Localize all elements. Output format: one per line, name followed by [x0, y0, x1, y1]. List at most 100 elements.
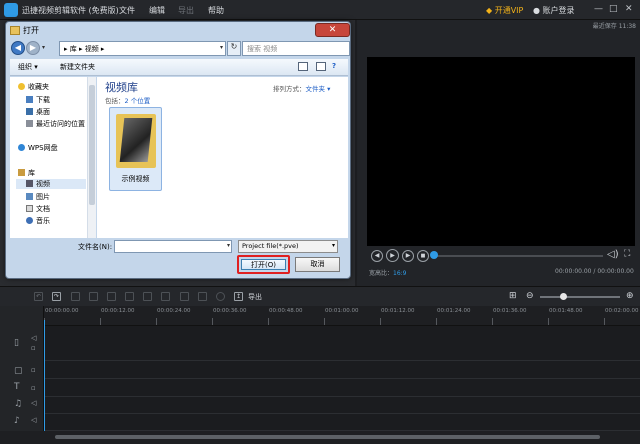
- nav-recent[interactable]: 最近访问的位置: [26, 119, 85, 129]
- nav-desktop-label: 桌面: [36, 108, 50, 116]
- nav-downloads[interactable]: 下载: [26, 95, 50, 105]
- speed-icon[interactable]: [107, 292, 116, 301]
- login-button[interactable]: ● 账户登录: [533, 5, 575, 16]
- menu-file[interactable]: 文件: [119, 5, 135, 16]
- timeline-scroll-thumb[interactable]: [55, 435, 600, 439]
- export-icon[interactable]: ↥: [234, 292, 243, 301]
- folder-item-label: 示例视频: [121, 175, 150, 183]
- duration-icon[interactable]: [180, 292, 189, 301]
- music-track[interactable]: [44, 397, 640, 414]
- timeline-scrollbar[interactable]: [0, 431, 640, 444]
- new-folder-button[interactable]: 新建文件夹: [60, 62, 95, 72]
- nav-videos[interactable]: 视频: [16, 179, 86, 189]
- navigation-scroll-thumb[interactable]: [89, 85, 95, 205]
- stop-button[interactable]: ■: [417, 250, 429, 262]
- next-frame-button[interactable]: ▶: [402, 250, 414, 262]
- color-icon[interactable]: [198, 292, 207, 301]
- ruler-tick: [548, 318, 549, 325]
- nav-documents[interactable]: 文档: [26, 204, 50, 214]
- preview-pane-icon[interactable]: [316, 62, 326, 71]
- file-list: 视频库 包括：2 个位置 排列方式：文件夹 ▾ 示例视频: [97, 77, 348, 238]
- open-button[interactable]: 打开(O): [241, 259, 286, 270]
- vip-button[interactable]: ◆ 开通VIP: [486, 5, 523, 16]
- pip-track-lock-icon[interactable]: ▫: [31, 366, 36, 374]
- menu-export: 导出: [178, 6, 194, 15]
- ruler-label: 00:00:48.00: [269, 308, 303, 314]
- fit-icon[interactable]: ⊞: [509, 291, 517, 301]
- voice-track[interactable]: [44, 414, 640, 431]
- maximize-button[interactable]: □: [609, 4, 618, 14]
- dialog-close-button[interactable]: ✕: [315, 23, 350, 37]
- text-track-lock-icon[interactable]: ▫: [31, 384, 36, 392]
- music-track-mute-icon[interactable]: ◁: [31, 399, 36, 407]
- ruler-label: 00:00:00.00: [45, 308, 79, 314]
- progress-knob[interactable]: [430, 251, 438, 259]
- filename-dropdown-icon[interactable]: ▾: [227, 242, 230, 249]
- filename-input[interactable]: [114, 240, 232, 253]
- redo-icon[interactable]: ↷: [52, 292, 61, 301]
- edit-icon[interactable]: [89, 292, 98, 301]
- crop-icon[interactable]: [125, 292, 134, 301]
- preview-screen: [367, 57, 635, 246]
- nav-favorites[interactable]: 收藏夹: [18, 82, 49, 92]
- timeline-ruler[interactable]: 00:00:00.00 00:00:12.00 00:00:24.00 00:0…: [44, 306, 640, 326]
- navigation-scrollbar[interactable]: [88, 77, 96, 238]
- nav-libraries[interactable]: 库: [18, 168, 35, 178]
- nav-wps[interactable]: WPS网盘: [18, 143, 58, 153]
- prev-frame-button[interactable]: ◀: [371, 250, 383, 262]
- freeze-icon[interactable]: [161, 292, 170, 301]
- app-logo-icon: [4, 3, 18, 17]
- nav-pictures[interactable]: 图片: [26, 192, 50, 202]
- aspect-ratio[interactable]: 宽高比：16:9: [369, 268, 407, 277]
- history-dropdown-icon[interactable]: ▾: [42, 44, 45, 51]
- mosaic-icon[interactable]: [143, 292, 152, 301]
- nav-music[interactable]: 音乐: [26, 216, 50, 226]
- voice-track-mute-icon[interactable]: ◁: [31, 416, 36, 424]
- video-track-mute-icon[interactable]: ◁: [31, 334, 36, 342]
- arrange-by: 排列方式：文件夹 ▾: [273, 83, 330, 93]
- playhead[interactable]: [44, 320, 45, 431]
- forward-button[interactable]: ▶: [26, 41, 40, 55]
- ruler-tick: [604, 318, 605, 325]
- back-button[interactable]: ◀: [11, 41, 25, 55]
- zoom-out-icon[interactable]: ⊖: [526, 291, 534, 301]
- menu-edit[interactable]: 编辑: [149, 5, 165, 16]
- library-locations-link[interactable]: 2 个位置: [125, 97, 151, 105]
- export-label[interactable]: 导出: [248, 292, 262, 302]
- zoom-in-icon[interactable]: ⊕: [626, 291, 634, 301]
- cancel-button[interactable]: 取消: [295, 257, 340, 272]
- menu-help[interactable]: 帮助: [208, 5, 224, 16]
- zoom-slider-track[interactable]: [540, 296, 620, 298]
- zoom-slider-knob[interactable]: [560, 293, 567, 300]
- refresh-button[interactable]: ↻: [227, 41, 241, 56]
- minimize-button[interactable]: —: [594, 4, 603, 14]
- split-icon[interactable]: [71, 292, 80, 301]
- fullscreen-icon[interactable]: ⛶: [624, 249, 630, 259]
- preview-panel: 最近保存 11:38: [357, 20, 640, 286]
- video-track[interactable]: [44, 326, 640, 361]
- text-track[interactable]: [44, 379, 640, 397]
- ruler-label: 00:01:00.00: [325, 308, 359, 314]
- music-icon: [26, 217, 33, 224]
- progress-track[interactable]: [433, 255, 603, 257]
- close-app-button[interactable]: ✕: [625, 4, 633, 14]
- arrange-dropdown[interactable]: 文件夹 ▾: [306, 85, 331, 93]
- play-button[interactable]: ▶: [386, 249, 399, 262]
- organize-button[interactable]: 组织 ▾: [18, 62, 38, 72]
- nav-videos-label: 视频: [36, 180, 50, 188]
- filetype-select[interactable]: Project file(*.pve) ▾: [238, 240, 338, 253]
- address-bar[interactable]: ▸ 库 ▸ 视频 ▸ ▾: [59, 41, 226, 56]
- folder-item[interactable]: 示例视频: [109, 107, 162, 191]
- microphone-icon[interactable]: [216, 292, 225, 301]
- ruler-label: 00:01:12.00: [381, 308, 415, 314]
- undo-icon[interactable]: ↶: [34, 292, 43, 301]
- nav-desktop[interactable]: 桌面: [26, 107, 50, 117]
- video-track-lock-icon[interactable]: ▫: [31, 344, 36, 352]
- search-input[interactable]: 搜索 视频: [242, 41, 350, 56]
- volume-icon[interactable]: ◁): [607, 249, 619, 260]
- address-dropdown-icon[interactable]: ▾: [220, 44, 223, 51]
- help-icon[interactable]: ?: [332, 62, 336, 70]
- filetype-dropdown-icon: ▾: [331, 242, 335, 249]
- pip-track[interactable]: [44, 361, 640, 379]
- view-options-icon[interactable]: [298, 62, 308, 71]
